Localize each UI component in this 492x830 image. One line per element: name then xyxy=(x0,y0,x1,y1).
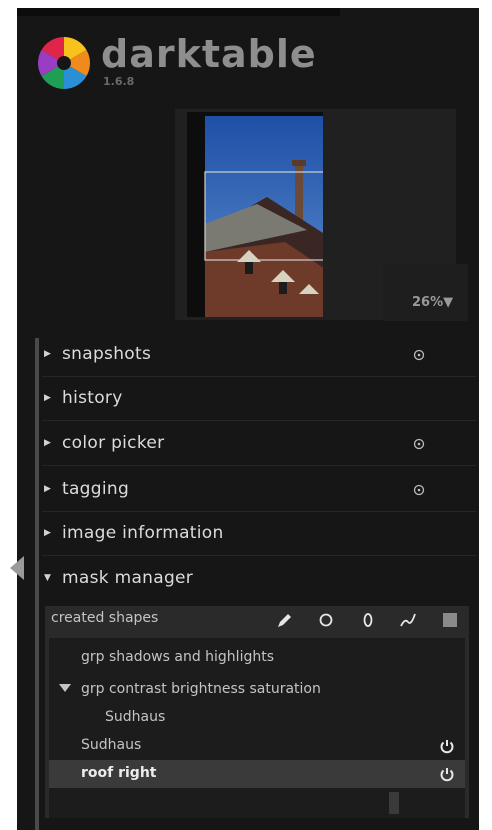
module-label: color picker xyxy=(62,433,165,453)
path-icon[interactable] xyxy=(397,610,419,630)
expanded-arrow-icon: ▼ xyxy=(44,573,51,583)
collapsed-arrow-icon: ▶ xyxy=(44,484,51,494)
power-icon[interactable] xyxy=(413,484,425,496)
shape-row[interactable]: Sudhaus xyxy=(49,732,465,760)
module-history[interactable]: ▶ history xyxy=(42,378,476,421)
collapsed-arrow-icon: ▶ xyxy=(44,528,51,538)
module-label: snapshots xyxy=(62,344,152,364)
module-color-picker[interactable]: ▶ color picker xyxy=(42,423,476,466)
created-shapes-label: created shapes xyxy=(51,610,159,626)
zoom-dropdown[interactable]: 26%▼ xyxy=(412,295,453,310)
brush-icon[interactable] xyxy=(273,610,295,630)
darktable-logo-icon xyxy=(38,37,90,89)
collapsed-arrow-icon: ▶ xyxy=(44,393,51,403)
ellipse-icon[interactable] xyxy=(357,610,379,630)
zoom-area xyxy=(383,264,468,321)
shapes-tree: grp shadows and highlights grp contrast … xyxy=(49,638,465,818)
mask-manager-body: created shapes grp shadows and highlight… xyxy=(45,606,469,818)
power-icon[interactable] xyxy=(413,349,425,361)
module-label: history xyxy=(62,388,123,408)
power-icon[interactable] xyxy=(439,766,455,782)
power-icon[interactable] xyxy=(413,438,425,450)
collapsed-arrow-icon: ▶ xyxy=(44,349,51,359)
module-label: image information xyxy=(62,523,224,543)
module-mask-manager[interactable]: ▼ mask manager xyxy=(42,558,476,600)
shape-group-row[interactable]: grp contrast brightness saturation xyxy=(49,676,465,704)
app-name: darktable xyxy=(101,32,317,76)
gradient-icon[interactable] xyxy=(439,610,461,630)
shape-label: Sudhaus xyxy=(81,737,142,753)
scrollbar[interactable] xyxy=(389,792,399,814)
shape-group-row[interactable]: grp shadows and highlights xyxy=(49,644,465,672)
shape-row[interactable]: Sudhaus xyxy=(49,704,465,732)
top-border xyxy=(17,8,340,16)
module-image-information[interactable]: ▶ image information xyxy=(42,513,476,556)
panel-edge xyxy=(35,338,39,830)
shape-row-selected[interactable]: roof right xyxy=(49,760,465,788)
module-tagging[interactable]: ▶ tagging xyxy=(42,469,476,512)
shape-label: Sudhaus xyxy=(105,709,166,725)
right-panel: darktable 1.6.8 26%▼ ▶ snapshots ▶ histo… xyxy=(17,8,479,830)
shape-label: grp contrast brightness saturation xyxy=(81,681,321,697)
shape-label: roof right xyxy=(81,765,157,781)
module-label: tagging xyxy=(62,479,130,499)
power-icon[interactable] xyxy=(439,738,455,754)
module-label: mask manager xyxy=(62,568,194,588)
module-snapshots[interactable]: ▶ snapshots xyxy=(42,334,476,377)
navigation-thumbnail[interactable] xyxy=(187,112,341,317)
collapsed-arrow-icon: ▶ xyxy=(44,438,51,448)
circle-icon[interactable] xyxy=(315,610,337,630)
collapse-panel-arrow-icon[interactable] xyxy=(10,556,24,580)
thumbnail-image xyxy=(187,112,341,317)
expanded-triangle-icon[interactable] xyxy=(59,684,71,692)
shape-label: grp shadows and highlights xyxy=(81,649,275,665)
app-version: 1.6.8 xyxy=(103,75,135,88)
